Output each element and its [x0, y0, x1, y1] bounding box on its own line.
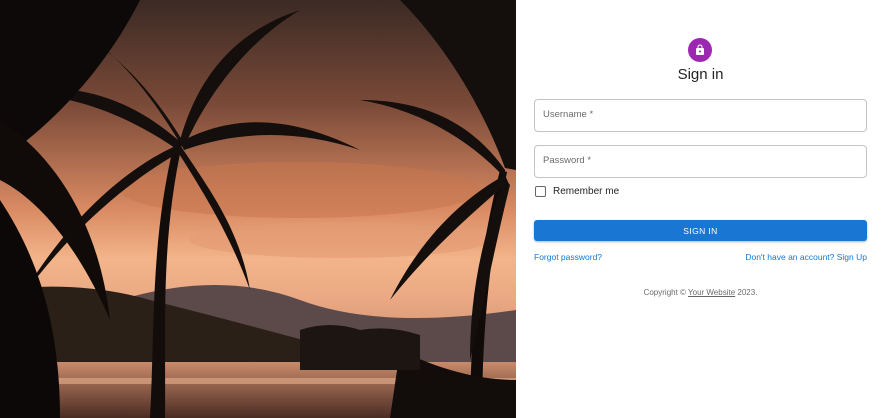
avatar [688, 38, 712, 62]
remember-me[interactable]: Remember me [534, 186, 619, 197]
copyright-prefix: Copyright © [643, 288, 689, 297]
copyright-suffix: 2023. [735, 288, 758, 297]
lock-icon [696, 44, 704, 55]
remember-me-checkbox[interactable] [535, 186, 546, 197]
sign-in-button[interactable]: SIGN IN [534, 220, 867, 241]
page [0, 0, 885, 418]
username-input[interactable] [535, 100, 866, 131]
page-title: Sign in [677, 66, 724, 83]
hero-image [0, 0, 516, 418]
remember-me-label: Remember me [553, 186, 620, 197]
password-input[interactable] [535, 146, 866, 177]
sunset-palm-photo [0, 0, 516, 418]
website-link[interactable]: Your Website [688, 288, 735, 297]
password-field[interactable]: Password * [534, 145, 867, 178]
signin-panel [516, 0, 885, 418]
sign-up-link[interactable]: Don't have an account? Sign Up [745, 252, 867, 262]
copyright: Copyright © Your Website 2023. [516, 288, 885, 297]
forgot-password-link[interactable]: Forgot password? [534, 252, 602, 262]
username-field[interactable]: Username * [534, 99, 867, 132]
